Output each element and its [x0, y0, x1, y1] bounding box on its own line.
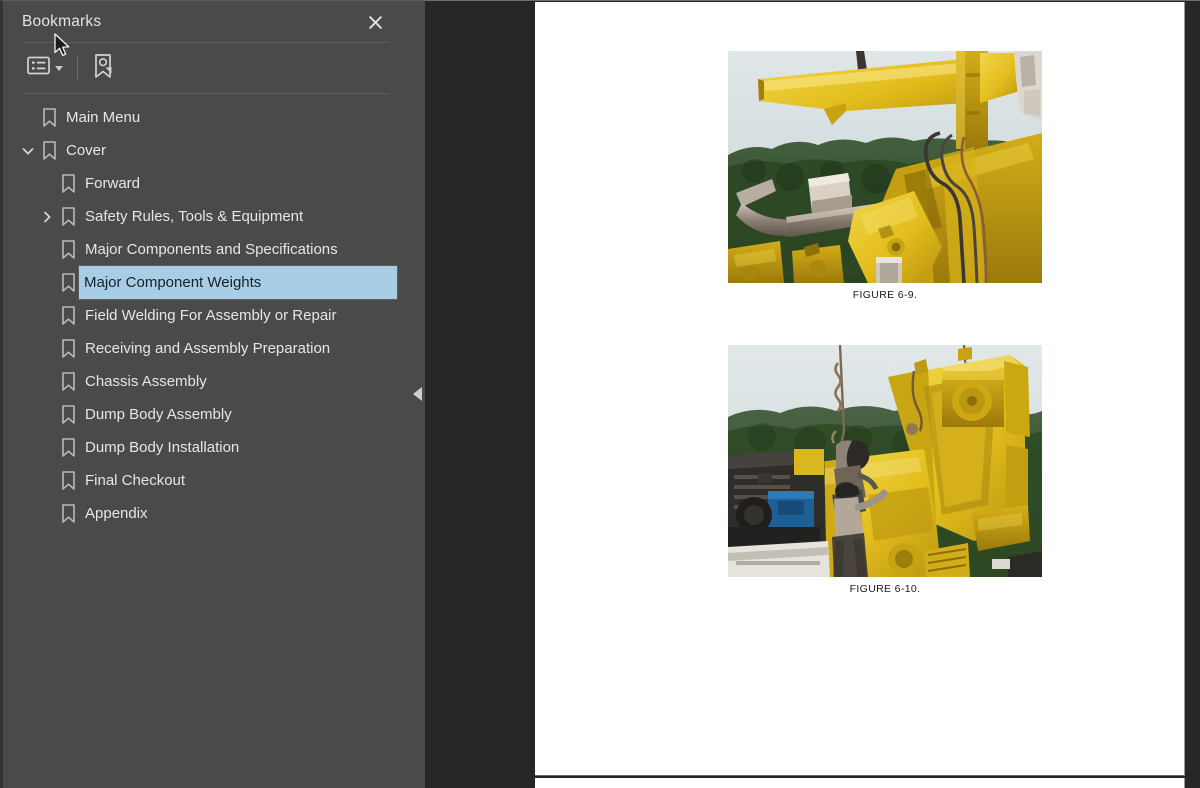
bookmark-item-label: Field Welding For Assembly or Repair: [85, 307, 337, 324]
panel-collapse-handle[interactable]: [409, 378, 425, 410]
bookmark-item[interactable]: Main Menu: [3, 101, 409, 134]
figure-caption: FIGURE 6-9.: [852, 289, 918, 301]
bookmark-item[interactable]: Dump Body Installation: [3, 431, 409, 464]
triangle-left-icon: [412, 387, 422, 401]
bookmark-icon: [58, 365, 79, 398]
bookmark-item-label: Final Checkout: [85, 472, 186, 489]
bookmark-item-label: Major Components and Specifications: [85, 241, 338, 258]
bookmark-icon: [58, 464, 79, 497]
bookmark-icon: [39, 134, 60, 167]
bookmark-item[interactable]: Forward: [3, 167, 409, 200]
bookmark-item[interactable]: Major Component Weights: [3, 265, 409, 300]
bookmark-item-label: Dump Body Installation: [85, 439, 240, 456]
figure-block: FIGURE 6-10.: [728, 345, 1042, 595]
bookmark-options-button[interactable]: [24, 53, 66, 83]
chevron-down-icon[interactable]: [17, 134, 39, 167]
bookmarks-panel-header: Bookmarks: [3, 1, 409, 42]
bookmark-item-label: Dump Body Assembly: [85, 406, 232, 423]
bookmark-icon: [58, 431, 79, 464]
bookmark-item[interactable]: Safety Rules, Tools & Equipment: [3, 200, 409, 233]
figure-photo: [728, 51, 1042, 283]
bookmark-item[interactable]: Field Welding For Assembly or Repair: [3, 299, 409, 332]
chevron-down-icon: [55, 65, 63, 71]
bookmark-item[interactable]: Cover: [3, 134, 409, 167]
bookmark-item-label: Cover: [66, 142, 107, 159]
new-bookmark-icon: [92, 53, 114, 84]
bookmark-icon: [58, 266, 79, 299]
bookmark-item[interactable]: Final Checkout: [3, 464, 409, 497]
bookmark-icon: [58, 233, 79, 266]
bookmark-icon: [58, 200, 79, 233]
bookmark-item-label: Safety Rules, Tools & Equipment: [85, 208, 304, 225]
bookmark-icon: [58, 299, 79, 332]
bookmark-item-label: Appendix: [85, 505, 148, 522]
bookmark-item[interactable]: Dump Body Assembly: [3, 398, 409, 431]
bookmark-icon: [58, 167, 79, 200]
bookmark-item[interactable]: Appendix: [3, 497, 409, 530]
pdf-page: FIGURE 6-9. FIGURE 6-10.: [535, 2, 1185, 776]
bookmark-item[interactable]: Major Components and Specifications: [3, 233, 409, 266]
bookmark-item-label: Chassis Assembly: [85, 373, 207, 390]
bookmark-item[interactable]: Receiving and Assembly Preparation: [3, 332, 409, 365]
bookmark-tree: Main Menu Cover Forward Safety Rules, Tools…: [3, 94, 409, 530]
bookmark-icon: [58, 332, 79, 365]
pdf-page-next: [535, 778, 1185, 788]
new-bookmark-button[interactable]: [89, 53, 117, 83]
panel-title: Bookmarks: [22, 12, 102, 30]
close-icon[interactable]: [363, 10, 387, 34]
pdf-reader-window: Bookmarks Main Menu Cover Forward Safety…: [0, 0, 1200, 788]
document-viewer[interactable]: FIGURE 6-9. FIGURE 6-10.: [425, 0, 1200, 788]
chevron-right-icon[interactable]: [36, 200, 58, 233]
bookmark-item-label: Main Menu: [66, 109, 141, 126]
bookmark-icon: [58, 398, 79, 431]
list-options-icon: [27, 56, 50, 80]
bookmarks-toolbar: [3, 43, 409, 93]
bookmark-icon: [58, 497, 79, 530]
figure-caption: FIGURE 6-10.: [849, 583, 921, 595]
figure-block: FIGURE 6-9.: [728, 51, 1042, 301]
bookmark-icon: [39, 101, 60, 134]
bookmark-item[interactable]: Chassis Assembly: [3, 365, 409, 398]
toolbar-divider: [77, 55, 78, 81]
figure-photo: [728, 345, 1042, 577]
bookmark-item-label: Receiving and Assembly Preparation: [85, 340, 331, 357]
bookmark-item-label: Major Component Weights: [78, 265, 398, 300]
bookmark-item-label: Forward: [85, 175, 141, 192]
bookmarks-panel: Bookmarks Main Menu Cover Forward Safety…: [0, 0, 409, 788]
